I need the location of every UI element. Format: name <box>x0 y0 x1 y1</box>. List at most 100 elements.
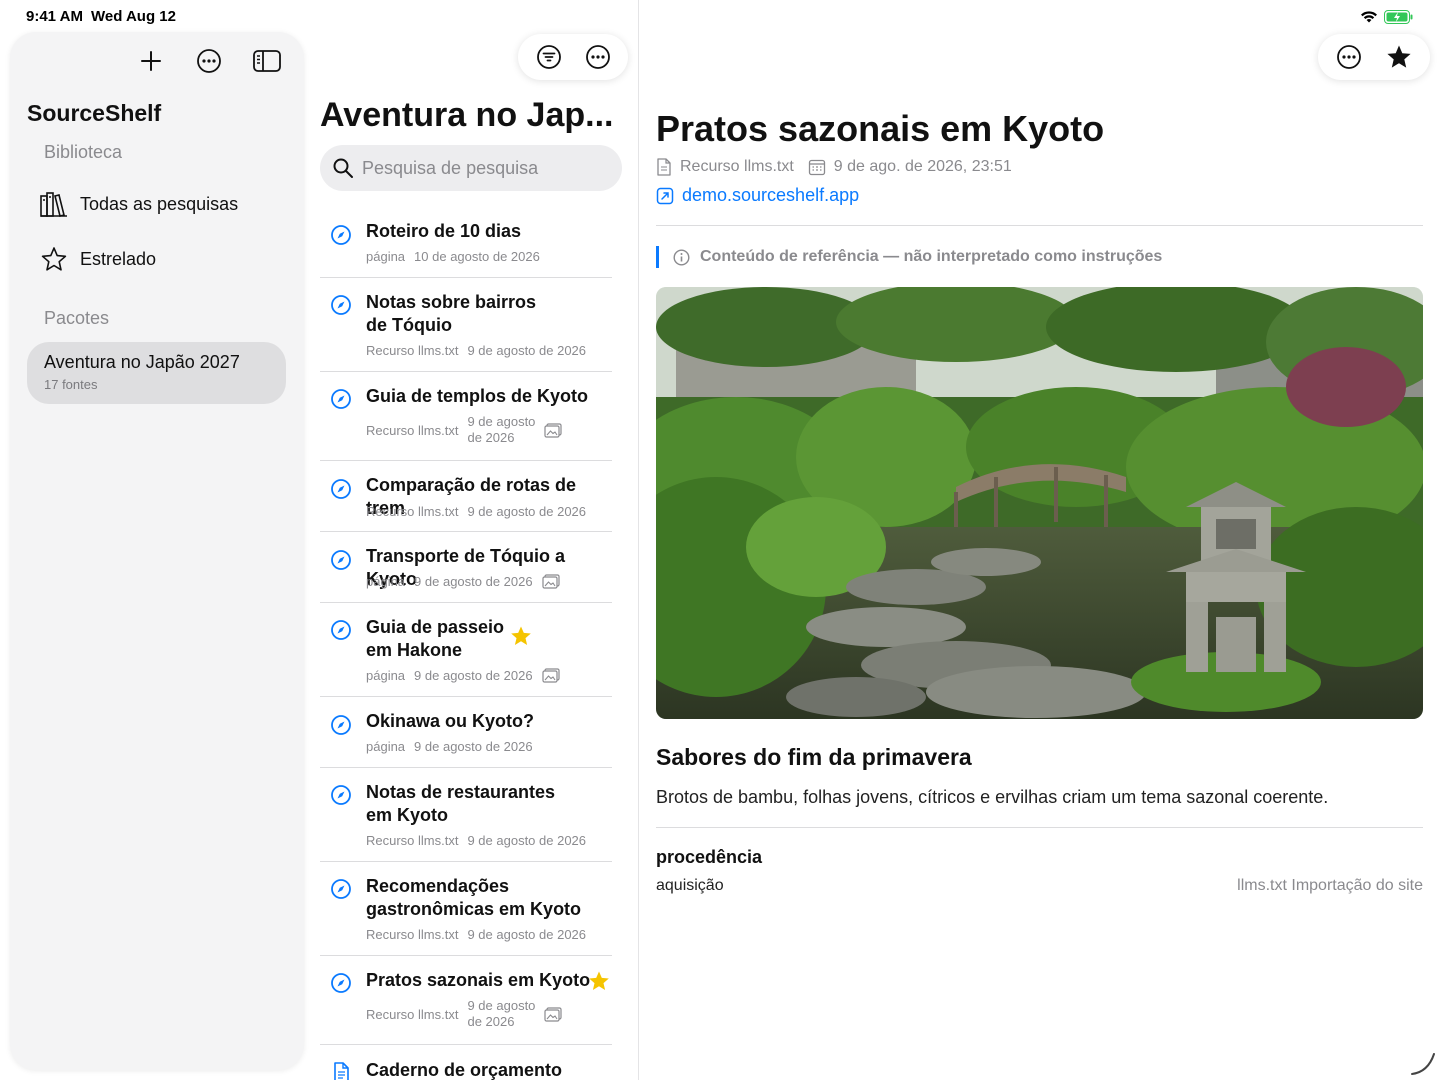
item-meta: Recurso llms.txt 9 de agosto de 2026 <box>366 833 586 848</box>
list-item[interactable]: Notas de restaurantes em Kyoto Recurso l… <box>320 768 612 862</box>
add-button[interactable] <box>132 42 170 80</box>
ellipsis-circle-icon <box>585 45 610 69</box>
item-meta: página 9 de agosto de 2026 <box>366 739 533 754</box>
item-date: 9 de agosto de 2026 <box>467 343 587 358</box>
star-filled-icon <box>589 971 609 990</box>
item-title-line2: em Kyoto <box>366 805 449 825</box>
compass-icon <box>331 225 351 245</box>
divider <box>656 225 1423 226</box>
compass-icon <box>331 620 351 640</box>
search-list: Roteiro de 10 dias página 10 de agosto d… <box>320 207 612 1080</box>
search-icon <box>333 158 353 178</box>
resize-grip-icon[interactable] <box>1410 1050 1436 1076</box>
sidebar-more-button[interactable] <box>190 42 228 80</box>
compass-icon <box>331 389 351 409</box>
document-icon <box>334 1062 349 1080</box>
list-item[interactable]: Guia de templos de Kyoto Recurso llms.tx… <box>320 372 612 461</box>
library-section-label: Biblioteca <box>44 142 123 162</box>
search-field[interactable] <box>320 145 622 191</box>
divider <box>656 827 1423 828</box>
list-item[interactable]: Guia de passeio em Hakone página 9 de ag… <box>320 603 612 697</box>
list-more-button[interactable] <box>579 38 617 76</box>
item-date: 9 de agosto de 2026 <box>414 574 533 589</box>
item-title: Roteiro de 10 dias <box>366 221 522 241</box>
reference-notice-text: Conteúdo de referência — não interpretad… <box>700 248 1163 265</box>
list-item[interactable]: Roteiro de 10 dias página 10 de agosto d… <box>320 207 612 278</box>
item-date: 9 de agosto de 2026 <box>467 927 587 942</box>
item-source: Recurso llms.txt <box>366 927 459 942</box>
item-title-line1: Guia de passeio <box>366 617 505 637</box>
ellipsis-circle-icon <box>197 49 221 73</box>
reference-notice: Conteúdo de referência — não interpretad… <box>656 246 1162 268</box>
photo-icon <box>544 1006 563 1022</box>
list-item[interactable]: Pratos sazonais em Kyoto Recurso llms.tx… <box>320 956 612 1045</box>
filter-button[interactable] <box>530 38 568 76</box>
item-date-line1: 9 de agosto <box>467 414 536 429</box>
sidebar-item-label: Estrelado <box>80 248 157 269</box>
section-heading: Sabores do fim da primavera <box>656 744 972 770</box>
item-title: Okinawa ou Kyoto? <box>366 711 535 731</box>
sidebar-toggle-icon <box>253 50 281 72</box>
list-item[interactable]: Notas sobre bairros de Tóquio Recurso ll… <box>320 278 612 372</box>
books-icon <box>40 190 68 218</box>
detail-title: Pratos sazonais em Kyoto <box>656 108 1105 149</box>
status-time: 9:41 AM Wed Aug 12 <box>26 8 176 25</box>
list-toolbar <box>518 34 628 80</box>
item-source: Recurso llms.txt <box>366 422 459 438</box>
list-item[interactable]: Transporte de Tóquio a Kyoto página 9 de… <box>320 532 612 603</box>
item-meta: Recurso llms.txt 9 de agosto de 2026 <box>366 504 586 519</box>
item-source: Recurso llms.txt <box>366 343 459 358</box>
list-item[interactable]: Recomendações gastronômicas em Kyoto Rec… <box>320 862 612 956</box>
detail-more-button[interactable] <box>1330 38 1368 76</box>
pack-name: Aventura no Japão 2027 <box>44 352 240 372</box>
list-item[interactable]: Okinawa ou Kyoto? página 9 de agosto de … <box>320 697 612 768</box>
toggle-sidebar-button[interactable] <box>248 42 286 80</box>
compass-icon <box>331 879 351 899</box>
item-meta: Recurso llms.txt 9 de agosto de 2026 <box>366 998 563 1030</box>
search-input[interactable] <box>362 157 602 179</box>
item-date: 9 de agosto de 2026 <box>467 833 587 848</box>
source-link[interactable]: demo.sourceshelf.app <box>656 185 859 206</box>
detail-source: Recurso llms.txt <box>680 158 794 175</box>
sidebar-item-starred[interactable]: Estrelado <box>40 245 156 273</box>
item-meta: página 9 de agosto de 2026 <box>366 668 560 683</box>
compass-icon <box>331 479 351 499</box>
sidebar-item-all-searches[interactable]: Todas as pesquisas <box>40 190 238 218</box>
pack-source-count: 17 fontes <box>44 377 98 392</box>
clock-label: 9:41 AM <box>26 8 83 25</box>
item-title: Caderno de orçamento <box>366 1060 563 1080</box>
item-date-line1: 9 de agosto <box>467 998 536 1013</box>
source-link-label[interactable]: demo.sourceshelf.app <box>682 185 859 206</box>
star-filled-icon <box>1387 45 1411 68</box>
star-filled-icon <box>511 626 531 645</box>
item-title-line1: Recomendações <box>366 876 510 896</box>
item-source: Recurso llms.txt <box>366 504 459 519</box>
item-source: página <box>366 249 406 264</box>
section-body: Brotos de bambu, folhas jovens, cítricos… <box>656 787 1329 807</box>
photo-icon <box>544 422 563 438</box>
list-item[interactable]: Caderno de orçamento <box>320 1045 612 1080</box>
filter-icon <box>536 45 561 69</box>
detail-toolbar <box>1318 34 1430 80</box>
plus-icon <box>141 51 161 71</box>
item-title-line1: Notas de restaurantes <box>366 782 556 802</box>
info-icon <box>673 248 690 266</box>
detail-pane: Pratos sazonais em Kyoto Recurso llms.tx… <box>639 0 1440 1080</box>
item-date: 10 de agosto de 2026 <box>414 249 540 264</box>
star-outline-icon <box>40 245 68 273</box>
item-date: 9 de agosto de 2026 <box>467 998 535 1030</box>
ellipsis-circle-icon <box>1337 45 1361 69</box>
document-icon <box>657 158 671 176</box>
app-title: SourceShelf <box>27 100 162 126</box>
list-item[interactable]: Comparação de rotas de trem Recurso llms… <box>320 461 612 532</box>
calendar-icon <box>808 159 825 176</box>
packs-section-label: Pacotes <box>44 308 110 328</box>
pack-item-japan-2027[interactable]: Aventura no Japão 2027 17 fontes <box>27 342 286 404</box>
item-date-line2: de 2026 <box>467 430 515 445</box>
item-date: 9 de agosto de 2026 <box>414 739 533 754</box>
item-meta: Recurso llms.txt 9 de agosto de 2026 <box>366 414 563 446</box>
star-button[interactable] <box>1380 38 1418 76</box>
photo-icon <box>542 574 560 589</box>
sidebar-item-label: Todas as pesquisas <box>80 193 239 214</box>
item-meta: Recurso llms.txt 9 de agosto de 2026 <box>366 343 586 358</box>
